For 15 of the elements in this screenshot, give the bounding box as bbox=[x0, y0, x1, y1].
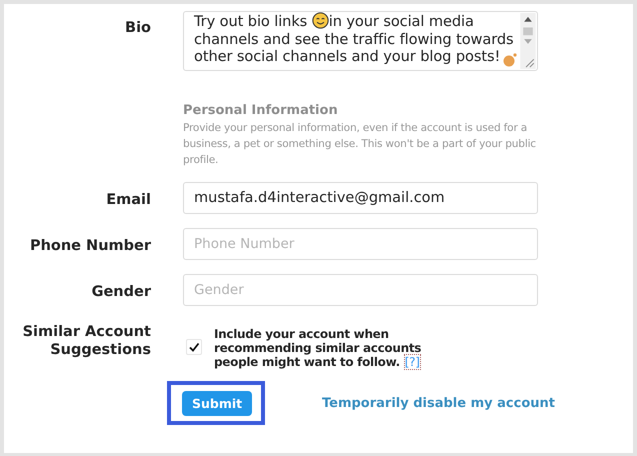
field-label: Similar Account Suggestions bbox=[22, 323, 151, 359]
field-label: Bio bbox=[125, 19, 151, 37]
input-field[interactable]: Phone Number bbox=[183, 228, 538, 260]
input-field[interactable]: Gender bbox=[183, 274, 538, 306]
submit-button[interactable]: Submit bbox=[182, 391, 252, 416]
checkbox-label: Include your account when recommending similar accounts people might want to follow. [?] bbox=[214, 327, 422, 369]
help-link[interactable]: [?] bbox=[404, 354, 421, 370]
field-label: Email bbox=[106, 191, 151, 209]
input-field[interactable]: mustafa.d4interactive@gmail.com bbox=[183, 182, 538, 214]
section-description: Provide your personal information, even if the account is used for a business, a pet or something else. This won't be a part of your public profile. bbox=[183, 121, 537, 168]
bio-textarea[interactable]: Try out bio links in your social media channels and see the traffic flowing towards other social channels and your blog posts! bbox=[183, 11, 538, 71]
field-label: Phone Number bbox=[30, 237, 151, 255]
section-heading: Personal Information bbox=[183, 103, 338, 118]
disable-account-link[interactable]: Temporarily disable my account bbox=[322, 396, 555, 410]
field-label: Gender bbox=[92, 283, 151, 301]
